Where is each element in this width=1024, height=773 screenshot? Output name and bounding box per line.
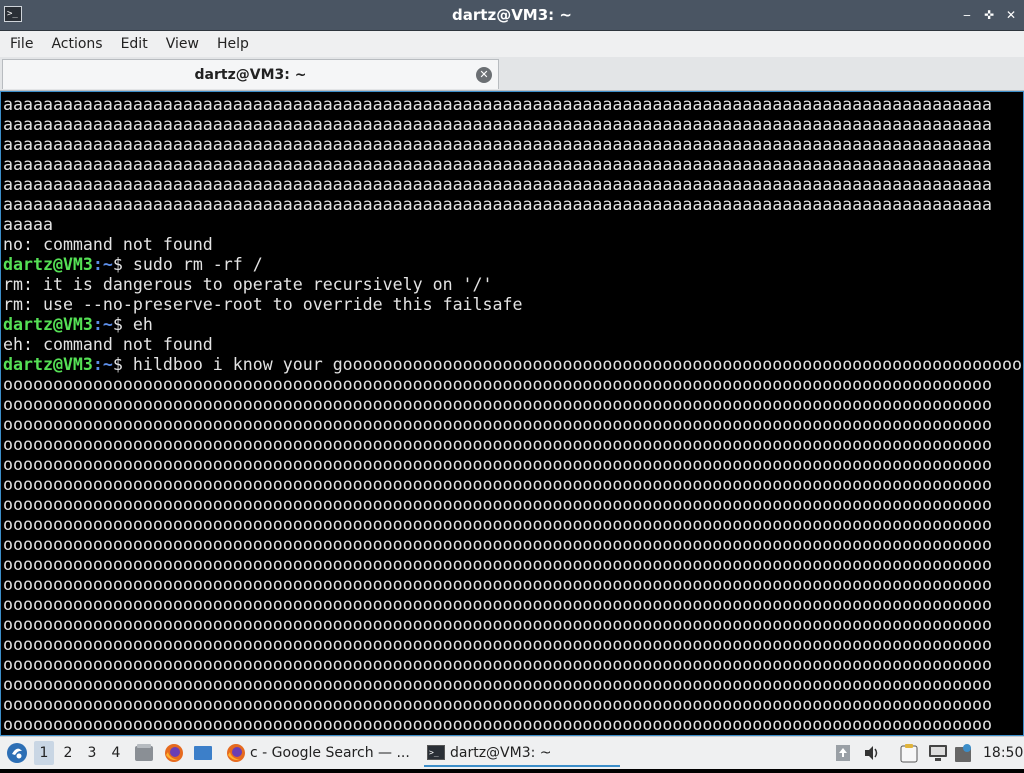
task-label: dartz@VM3: ~ <box>450 745 552 761</box>
window-title: dartz@VM3: ~ <box>452 6 572 24</box>
prompt-path: :~ <box>92 315 113 334</box>
terminal-output-line: oooooooooooooooooooooooooooooooooooooooo… <box>3 495 993 514</box>
clipboard-icon[interactable] <box>900 743 918 763</box>
terminal-output-line: aaaaaaaaaaaaaaaaaaaaaaaaaaaaaaaaaaaaaaaa… <box>3 175 993 194</box>
prompt-user: dartz@VM3 <box>3 355 93 374</box>
clock[interactable]: 18:50 <box>983 737 1023 769</box>
prompt-command: $ sudo rm -rf / <box>112 255 263 274</box>
terminal-tab[interactable]: dartz@VM3: ~ ✕ <box>2 59 499 89</box>
desktop-4-button[interactable]: 4 <box>106 741 126 765</box>
desktop-3-button[interactable]: 3 <box>82 741 102 765</box>
terminal-output-line: oooooooooooooooooooooooooooooooooooooooo… <box>3 435 993 454</box>
terminal-output-line: oooooooooooooooooooooooooooooooooooooooo… <box>3 415 993 434</box>
menu-help[interactable]: Help <box>208 36 258 52</box>
file-manager-icon[interactable] <box>134 743 154 763</box>
terminal-output-line: oooooooooooooooooooooooooooooooooooooooo… <box>3 675 993 694</box>
terminal-output-line: aaaaa <box>3 215 53 234</box>
terminal-output-line: aaaaaaaaaaaaaaaaaaaaaaaaaaaaaaaaaaaaaaaa… <box>3 115 993 134</box>
tab-bar: dartz@VM3: ~ ✕ <box>0 57 1024 91</box>
prompt-command: $ eh <box>112 315 153 334</box>
terminal-lines: aaaaaaaaaaaaaaaaaaaaaaaaaaaaaaaaaaaaaaaa… <box>3 95 1024 735</box>
terminal-output-line: no: command not found <box>3 235 213 254</box>
tab-close-icon[interactable]: ✕ <box>476 67 492 83</box>
prompt-path: :~ <box>92 255 113 274</box>
task-label: c - Google Search — ... <box>250 745 410 761</box>
show-desktop-icon[interactable] <box>193 744 213 762</box>
menu-edit[interactable]: Edit <box>112 36 157 52</box>
terminal-output-line: oooooooooooooooooooooooooooooooooooooooo… <box>3 715 993 734</box>
desktop-2-button[interactable]: 2 <box>58 741 78 765</box>
firefox-icon <box>226 743 246 763</box>
task-terminal[interactable]: >_ dartz@VM3: ~ <box>424 739 620 767</box>
prompt-path: :~ <box>92 355 113 374</box>
terminal-output-line: oooooooooooooooooooooooooooooooooooooooo… <box>3 615 993 634</box>
terminal-output-line: eh: command not found <box>3 335 213 354</box>
menu-actions[interactable]: Actions <box>42 36 111 52</box>
tab-label: dartz@VM3: ~ <box>194 67 307 83</box>
terminal-output-line: oooooooooooooooooooooooooooooooooooooooo… <box>3 695 993 714</box>
terminal-output-line: oooooooooooooooooooooooooooooooooooooooo… <box>3 635 993 654</box>
upload-icon[interactable] <box>836 745 850 761</box>
network-icon[interactable] <box>928 744 948 762</box>
app-launcher-icon[interactable] <box>6 742 28 764</box>
updates-icon[interactable] <box>954 743 972 763</box>
taskbar: 1 2 3 4 c - Google Search — ... >_ dartz… <box>0 736 1024 769</box>
terminal-output-line: rm: it is dangerous to operate recursive… <box>3 275 493 294</box>
terminal-prompt-line: dartz@VM3:~$ eh <box>3 315 1023 335</box>
desktop-1-button[interactable]: 1 <box>34 741 54 765</box>
menu-bar: File Actions Edit View Help <box>0 31 1024 57</box>
firefox-icon[interactable] <box>164 743 184 763</box>
terminal-prompt-line: dartz@VM3:~$ sudo rm -rf / <box>3 255 1023 275</box>
terminal-output-line: oooooooooooooooooooooooooooooooooooooooo… <box>3 455 993 474</box>
prompt-user: dartz@VM3 <box>3 255 93 274</box>
prompt-command: $ hildboo i know your gooooooooooooooooo… <box>112 355 1024 374</box>
terminal-output-line: oooooooooooooooooooooooooooooooooooooooo… <box>3 535 993 554</box>
terminal-output-line: rm: use --no-preserve-root to override t… <box>3 295 523 314</box>
task-firefox[interactable]: c - Google Search — ... <box>224 739 420 767</box>
terminal-output-line: aaaaaaaaaaaaaaaaaaaaaaaaaaaaaaaaaaaaaaaa… <box>3 95 993 114</box>
terminal-output-line: oooooooooooooooooooooooooooooooooooooooo… <box>3 395 993 414</box>
terminal-output-line: oooooooooooooooooooooooooooooooooooooooo… <box>3 555 993 574</box>
terminal-output-line: oooooooooooooooooooooooooooooooooooooooo… <box>3 595 993 614</box>
terminal-icon: >_ <box>427 745 445 760</box>
terminal-output-line: aaaaaaaaaaaaaaaaaaaaaaaaaaaaaaaaaaaaaaaa… <box>3 155 993 174</box>
maximize-button[interactable]: ✜ <box>982 8 996 22</box>
terminal-output-line: aaaaaaaaaaaaaaaaaaaaaaaaaaaaaaaaaaaaaaaa… <box>3 135 993 154</box>
close-button[interactable]: ✕ <box>1004 8 1018 22</box>
menu-view[interactable]: View <box>157 36 208 52</box>
prompt-user: dartz@VM3 <box>3 315 93 334</box>
terminal-output[interactable]: aaaaaaaaaaaaaaaaaaaaaaaaaaaaaaaaaaaaaaaa… <box>0 91 1024 736</box>
window-titlebar: >_ dartz@VM3: ~ ‒ ✜ ✕ <box>0 0 1024 31</box>
terminal-output-line: oooooooooooooooooooooooooooooooooooooooo… <box>3 475 993 494</box>
minimize-button[interactable]: ‒ <box>960 8 974 22</box>
volume-icon[interactable] <box>863 745 881 761</box>
terminal-output-line: oooooooooooooooooooooooooooooooooooooooo… <box>3 375 993 394</box>
terminal-prompt-line: dartz@VM3:~$ hildboo i know your goooooo… <box>3 355 1024 375</box>
terminal-output-line: oooooooooooooooooooooooooooooooooooooooo… <box>3 575 993 594</box>
menu-file[interactable]: File <box>0 36 42 52</box>
terminal-output-line: aaaaaaaaaaaaaaaaaaaaaaaaaaaaaaaaaaaaaaaa… <box>3 195 993 214</box>
terminal-output-line: oooooooooooooooooooooooooooooooooooooooo… <box>3 515 993 534</box>
terminal-output-line: oooooooooooooooooooooooooooooooooooooooo… <box>3 655 993 674</box>
